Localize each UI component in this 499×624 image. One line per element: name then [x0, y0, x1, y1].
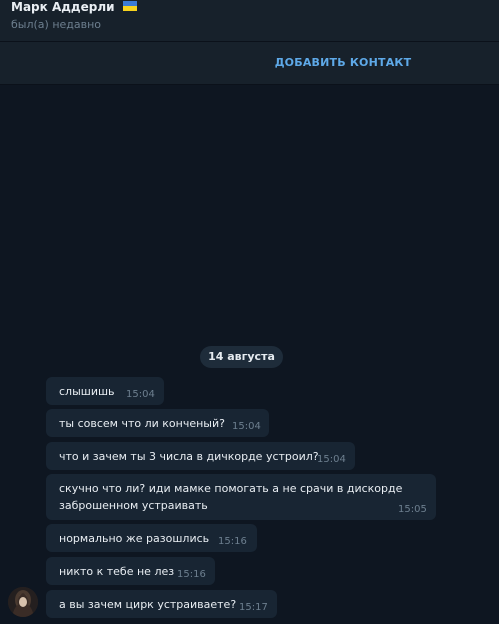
message-bubble[interactable]: слышишь 15:04	[46, 377, 164, 405]
contact-name-text: Марк Аддерли	[11, 0, 115, 14]
message-time: 15:17	[239, 602, 268, 613]
avatar-image	[8, 587, 38, 617]
message-text-line: скучно что ли? иди мамке помогать а не с…	[59, 482, 403, 495]
message-text-line: заброшенном устраивать	[59, 499, 208, 512]
message-time: 15:16	[177, 569, 206, 580]
message-time: 15:04	[232, 421, 261, 432]
message-text: слышишь	[59, 385, 115, 398]
message-text: что и зачем ты 3 числа в дичкорде устрои…	[59, 450, 319, 463]
message-bubble[interactable]: никто к тебе не лез 15:16	[46, 557, 215, 585]
contact-name[interactable]: Марк Аддерли	[11, 0, 137, 14]
message-bubble[interactable]: скучно что ли? иди мамке помогать а не с…	[46, 474, 436, 520]
message-time: 15:04	[317, 454, 346, 465]
message-bubble[interactable]: нормально же разошлись 15:16	[46, 524, 257, 552]
add-contact-bar: ДОБАВИТЬ КОНТАКТ	[0, 42, 499, 85]
message-text: ты совсем что ли конченый?	[59, 417, 225, 430]
message-time: 15:16	[218, 536, 247, 547]
message-bubble[interactable]: что и зачем ты 3 числа в дичкорде устрои…	[46, 442, 355, 470]
contact-status: был(а) недавно	[11, 18, 102, 31]
message-time: 15:04	[126, 389, 155, 400]
date-separator: 14 августа	[200, 346, 283, 368]
message-time: 15:05	[398, 504, 427, 515]
avatar[interactable]	[8, 587, 38, 617]
chat-header[interactable]: Марк Аддерли был(а) недавно	[0, 0, 499, 42]
message-bubble[interactable]: ты совсем что ли конченый? 15:04	[46, 409, 269, 437]
ukraine-flag-icon	[122, 1, 137, 11]
message-text: нормально же разошлись	[59, 532, 210, 545]
message-text: а вы зачем цирк устраиваете?	[59, 598, 237, 611]
add-contact-button[interactable]: ДОБАВИТЬ КОНТАКТ	[0, 56, 499, 69]
message-text: никто к тебе не лез	[59, 565, 175, 578]
message-bubble[interactable]: а вы зачем цирк устраиваете? 15:17	[46, 590, 277, 618]
